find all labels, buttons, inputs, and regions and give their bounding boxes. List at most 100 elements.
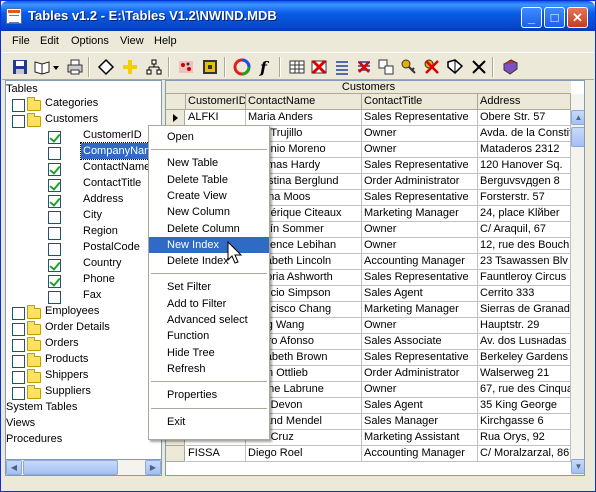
list-icon[interactable]	[333, 58, 351, 76]
field-checkbox[interactable]	[48, 147, 61, 160]
grid-cell[interactable]: Kirchgasse 6	[478, 414, 571, 430]
print-icon[interactable]	[66, 58, 84, 76]
grid-cell[interactable]: Av. dos Lusнadas	[478, 334, 571, 350]
grid-cell[interactable]: Sales Representative	[362, 158, 478, 174]
column-header-customerid[interactable]: CustomerID	[186, 94, 246, 110]
grid-cell[interactable]: Owner	[362, 222, 478, 238]
grid-cell[interactable]: Sales Manager	[362, 414, 478, 430]
scroll-thumb[interactable]	[23, 460, 118, 475]
tree-field-phone[interactable]: Phone	[81, 271, 117, 287]
grid-cell[interactable]: 35 King George	[478, 398, 571, 414]
grid-cell[interactable]: Fauntleroy Circus	[478, 270, 571, 286]
table-icon[interactable]	[121, 58, 139, 76]
column-header-address[interactable]: Address	[478, 94, 571, 110]
tree-table-orders[interactable]: Orders	[45, 335, 79, 351]
diamond-icon[interactable]	[97, 58, 115, 76]
table-checkbox[interactable]	[12, 355, 25, 368]
table-checkbox[interactable]	[12, 99, 25, 112]
grid-cell[interactable]: Berguvsvдgen 8	[478, 174, 571, 190]
table-checkbox[interactable]	[12, 115, 25, 128]
grid-cell[interactable]: Berkeley Gardens	[478, 350, 571, 366]
column-header-contactname[interactable]: ContactName	[246, 94, 362, 110]
tree-field-contacttitle[interactable]: ContactTitle	[81, 175, 143, 191]
context-menu-item-new-column[interactable]: New Column	[149, 204, 269, 220]
grid-cell[interactable]: Marketing Assistant	[362, 430, 478, 446]
grid-cell[interactable]: Accounting Manager	[362, 254, 478, 270]
grid-icon[interactable]	[288, 58, 306, 76]
grid-cell[interactable]: Owner	[362, 382, 478, 398]
tree-table-suppliers[interactable]: Suppliers	[45, 383, 91, 399]
tree-horizontal-scrollbar[interactable]: ◀ ▶	[5, 459, 162, 476]
table-checkbox[interactable]	[12, 307, 25, 320]
context-menu-item-function[interactable]: Function	[149, 328, 269, 344]
grid-cell[interactable]: Sales Representative	[362, 190, 478, 206]
grid-cell[interactable]: Diego Roel	[246, 446, 362, 462]
grid-cell[interactable]: Order Administrator	[362, 174, 478, 190]
key-icon[interactable]	[400, 58, 418, 76]
grid-cell[interactable]: Hauptstr. 29	[478, 318, 571, 334]
tree-root-tables[interactable]: Tables	[6, 81, 38, 97]
function-icon[interactable]: f	[256, 58, 274, 76]
grid-cell[interactable]: Order Administrator	[362, 366, 478, 382]
menu-edit[interactable]: Edit	[40, 35, 59, 47]
tree-field-region[interactable]: Region	[81, 223, 120, 239]
open-book-icon[interactable]	[33, 58, 51, 76]
tree-system-tables[interactable]: System Tables	[6, 399, 77, 415]
tree-field-customerid[interactable]: CustomerID	[81, 127, 144, 143]
context-menu-item-delete-index[interactable]: Delete Index	[149, 253, 269, 269]
grid-cell[interactable]: Sales Agent	[362, 398, 478, 414]
field-checkbox[interactable]	[48, 211, 61, 224]
chart-icon[interactable]	[177, 58, 195, 76]
context-menu-item-refresh[interactable]: Refresh	[149, 361, 269, 377]
menu-help[interactable]: Help	[154, 35, 177, 47]
tree-table-employees[interactable]: Employees	[45, 303, 99, 319]
grid-cell[interactable]: Sales Associate	[362, 334, 478, 350]
grid-cell[interactable]: C/ Araquil, 67	[478, 222, 571, 238]
grid-cell[interactable]: Owner	[362, 318, 478, 334]
tree-field-address[interactable]: Address	[81, 191, 125, 207]
table-checkbox[interactable]	[12, 323, 25, 336]
scroll-thumb[interactable]	[571, 127, 584, 147]
grid-cell[interactable]: Sales Representative	[362, 350, 478, 366]
context-menu-item-new-index[interactable]: New Index	[149, 236, 269, 253]
grid-cell[interactable]: Walserweg 21	[478, 366, 571, 382]
menu-view[interactable]: View	[120, 35, 144, 47]
column-header-contacttitle[interactable]: ContactTitle	[362, 94, 478, 110]
grid-cell[interactable]: Owner	[362, 126, 478, 142]
tree-table-shippers[interactable]: Shippers	[45, 367, 88, 383]
minimize-button[interactable]: _	[521, 7, 542, 28]
query-icon[interactable]	[201, 58, 219, 76]
context-menu-item-add-to-filter[interactable]: Add to Filter	[149, 296, 269, 312]
scroll-up-button[interactable]: ▲	[571, 110, 584, 125]
context-menu-item-exit[interactable]: Exit	[149, 414, 269, 430]
grid-cell[interactable]: Sales Representative	[362, 270, 478, 286]
grid-cell[interactable]: Sales Representative	[362, 110, 478, 126]
dropdown-arrow-icon[interactable]	[51, 58, 61, 76]
grid-cell[interactable]: Accounting Manager	[362, 446, 478, 462]
row-indicator[interactable]	[166, 110, 185, 126]
context-menu-item-delete-column[interactable]: Delete Column	[149, 221, 269, 237]
tree-field-fax[interactable]: Fax	[81, 287, 103, 303]
field-checkbox[interactable]	[48, 243, 61, 256]
filter-icon[interactable]	[446, 58, 464, 76]
table-checkbox[interactable]	[12, 371, 25, 384]
save-icon[interactable]	[11, 58, 29, 76]
delete-grid-icon[interactable]	[310, 58, 328, 76]
context-menu-item-advanced-select[interactable]: Advanced select	[149, 312, 269, 328]
menu-file[interactable]: File	[12, 35, 30, 47]
menu-options[interactable]: Options	[71, 35, 109, 47]
grid-cell[interactable]: Avda. de la Constit	[478, 126, 571, 142]
table-tree-panel[interactable]: Tables Categories Customers CustomerID Co…	[5, 80, 162, 476]
context-menu-item-properties[interactable]: Properties	[149, 387, 269, 403]
grid-cell[interactable]: ALFKI	[186, 110, 246, 126]
delete-key-icon[interactable]	[423, 58, 441, 76]
color-wheel-icon[interactable]	[233, 58, 251, 76]
context-menu-item-set-filter[interactable]: Set Filter	[149, 279, 269, 295]
tree-procedures[interactable]: Procedures	[6, 431, 62, 447]
grid-cell[interactable]: Owner	[362, 238, 478, 254]
grid-cell[interactable]: FISSA	[186, 446, 246, 462]
context-menu-item-create-view[interactable]: Create View	[149, 188, 269, 204]
grid-cell[interactable]: Forsterstr. 57	[478, 190, 571, 206]
book-icon[interactable]	[501, 58, 519, 76]
close-button[interactable]: ✕	[567, 7, 588, 28]
